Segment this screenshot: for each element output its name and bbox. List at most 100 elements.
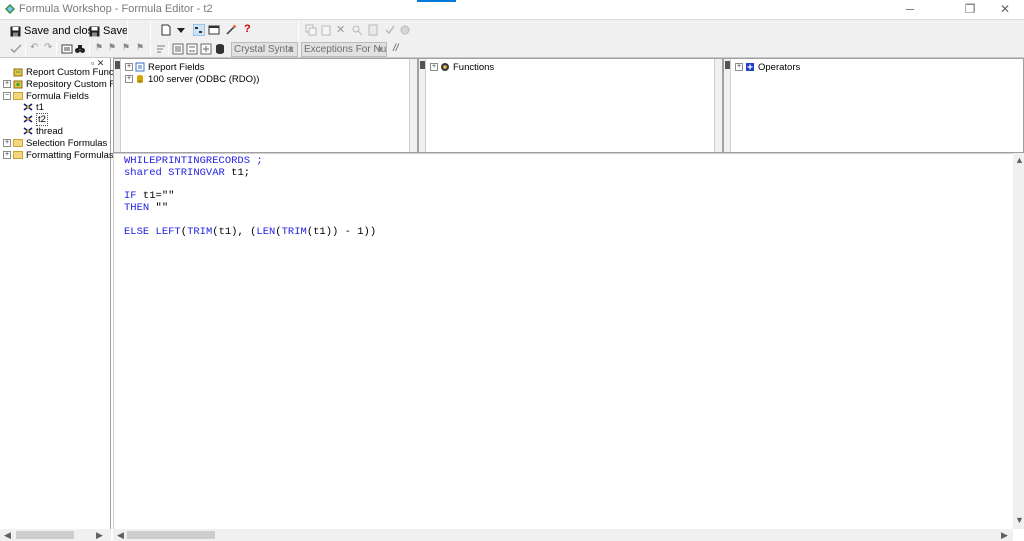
scroll-up-icon[interactable]: ▲ <box>1015 155 1024 165</box>
editor-toolbar: ↶ ↷ ⚑ ⚑ ⚑ ⚑ Crystal Synta ▼ Exceptions F… <box>0 41 1024 58</box>
new-dropdown-icon[interactable] <box>175 24 187 36</box>
tree-item-label: Selection Formulas <box>26 137 108 149</box>
toggle-operators-icon[interactable] <box>200 43 212 55</box>
database-icon[interactable] <box>214 43 226 55</box>
new-formula-icon[interactable] <box>160 24 172 36</box>
tree-item-report-custom-functions[interactable]: Report Custom Funct <box>3 66 116 78</box>
help-icon[interactable]: ? <box>244 23 251 35</box>
scroll-right-icon[interactable]: ▶ <box>1001 530 1008 541</box>
title-bar: Formula Workshop - Formula Editor - t2 ─… <box>0 0 1024 19</box>
bookmark-toggle-icon[interactable]: ⚑ <box>95 42 103 53</box>
pane-item-operators[interactable]: + Operators <box>735 61 800 73</box>
toggle-fields-icon[interactable] <box>172 43 184 55</box>
toolbar-separator <box>298 21 299 40</box>
formula-text-editor[interactable]: WHILEPRINTINGRECORDS ; shared STRINGVAR t… <box>113 153 1013 529</box>
pane-item-label: Operators <box>758 61 801 73</box>
expand-plus-icon[interactable]: + <box>3 151 11 159</box>
save-button[interactable]: Save <box>89 23 128 39</box>
save-and-close-button[interactable]: Save and close <box>10 23 99 39</box>
tree-item-t1[interactable]: t1 <box>23 101 44 113</box>
expand-plus-icon[interactable]: + <box>3 139 11 147</box>
paste-icon[interactable] <box>320 24 332 36</box>
expand-plus-icon[interactable]: + <box>125 75 133 83</box>
redo-icon[interactable]: ↷ <box>44 42 52 53</box>
expand-plus-icon[interactable]: + <box>735 63 743 71</box>
scroll-thumb[interactable] <box>16 531 74 539</box>
save-and-close-label: Save and close <box>24 25 100 37</box>
custom-function-icon <box>13 68 23 77</box>
functions-icon <box>441 63 449 71</box>
sort-icon[interactable] <box>155 43 167 55</box>
scroll-left-icon[interactable]: ◀ <box>117 530 124 541</box>
delete-icon[interactable]: ✕ <box>336 23 345 36</box>
expand-plus-icon[interactable]: + <box>3 80 11 88</box>
binoculars-icon[interactable] <box>74 43 86 55</box>
close-button[interactable]: ✕ <box>982 0 1024 19</box>
scroll-left-icon[interactable]: ◀ <box>4 530 11 541</box>
code-line-2: shared STRINGVAR t1; <box>124 167 376 180</box>
expand-plus-icon[interactable]: + <box>430 63 438 71</box>
pane-item-server[interactable]: + 100 server (ODBC (RDO)) <box>125 73 259 85</box>
pane-scrollbar[interactable] <box>714 59 722 152</box>
toggle-panes-icon[interactable] <box>208 24 220 36</box>
window-title: Formula Workshop - Formula Editor - t2 <box>19 3 213 15</box>
toolbar-separator <box>25 42 26 56</box>
browse-data-icon[interactable] <box>61 43 73 55</box>
editor-horizontal-scrollbar[interactable]: ◀ ▶ <box>113 529 1013 541</box>
app-icon <box>5 4 15 14</box>
comment-button[interactable]: // <box>393 43 399 54</box>
expand-plus-icon[interactable]: + <box>125 63 133 71</box>
folder-icon <box>13 92 23 100</box>
tree-item-repository-custom-functions[interactable]: + Repository Custom Fu <box>3 78 121 90</box>
code-line-7: ELSE LEFT(TRIM(t1), (LEN(TRIM(t1)) - 1)) <box>124 225 377 239</box>
expand-minus-icon[interactable]: − <box>3 92 11 100</box>
syntax-select[interactable]: Crystal Synta ▼ <box>231 42 298 57</box>
tree-item-label: t2 <box>36 112 48 126</box>
code-line-1-text: WHILEPRINTINGRECORDS ; <box>124 155 263 167</box>
toolbar-separator <box>127 21 128 40</box>
bookmark-prev-icon[interactable]: ⚑ <box>122 42 130 53</box>
check-icon[interactable] <box>384 24 396 36</box>
pane-pin-bar[interactable] <box>419 59 426 152</box>
minimize-button[interactable]: ─ <box>887 0 933 19</box>
toolbar-separator <box>168 42 169 56</box>
tree-item-formatting-formulas[interactable]: + Formatting Formulas <box>3 149 114 161</box>
bookmark-icon[interactable] <box>367 24 379 36</box>
title-accent-bar <box>417 0 456 2</box>
tree-item-label: Repository Custom Fu <box>26 78 121 90</box>
scroll-down-icon[interactable]: ▼ <box>1015 515 1024 525</box>
tree-horizontal-scrollbar[interactable]: ◀ ▶ <box>0 529 111 541</box>
exceptions-select[interactable]: Exceptions For Nu ▼ <box>301 42 387 57</box>
tree-item-selection-formulas[interactable]: + Selection Formulas <box>3 137 107 149</box>
fields-pane: + Report Fields + 100 server (ODBC (RDO)… <box>113 58 418 153</box>
tree-item-formula-fields[interactable]: − Formula Fields <box>3 90 89 102</box>
pane-pin-bar[interactable] <box>114 59 121 152</box>
scroll-thumb[interactable] <box>127 531 215 539</box>
find-icon[interactable] <box>351 24 363 36</box>
toggle-functions-icon[interactable] <box>186 43 198 55</box>
chevron-down-icon: ▼ <box>376 45 384 54</box>
tree-item-label: Report Custom Funct <box>26 66 117 78</box>
copy-icon[interactable] <box>305 24 317 36</box>
wand-icon[interactable] <box>225 24 237 36</box>
toolbar-separator <box>150 21 151 40</box>
code-line-5-text: THEN "" <box>124 202 169 215</box>
pane-scrollbar[interactable] <box>409 59 417 152</box>
show-tree-icon[interactable] <box>193 24 205 36</box>
check-syntax-icon[interactable] <box>10 43 22 55</box>
pane-pin-bar[interactable] <box>724 59 731 152</box>
tree-item-thread[interactable]: thread <box>23 125 63 137</box>
bookmark-next-icon[interactable]: ⚑ <box>108 42 116 53</box>
bug-icon[interactable] <box>399 24 411 36</box>
pane-item-report-fields[interactable]: + Report Fields <box>125 61 205 73</box>
bookmark-clear-icon[interactable]: ⚑ <box>136 42 144 53</box>
formula-icon <box>23 103 33 111</box>
scroll-right-icon[interactable]: ▶ <box>96 530 103 541</box>
tree-item-label: thread <box>36 125 63 137</box>
code-line-7-text: ELSE LEFT(TRIM(t1), (LEN(TRIM(t1)) - 1)) <box>124 225 377 238</box>
pane-item-functions[interactable]: + Functions <box>430 61 494 73</box>
tree-item-t2[interactable]: t2 <box>23 112 48 126</box>
undo-icon[interactable]: ↶ <box>30 42 38 53</box>
formula-code[interactable]: WHILEPRINTINGRECORDS ; shared STRINGVAR t… <box>124 155 377 239</box>
editor-vertical-scrollbar[interactable]: ▲ ▼ <box>1013 153 1024 529</box>
